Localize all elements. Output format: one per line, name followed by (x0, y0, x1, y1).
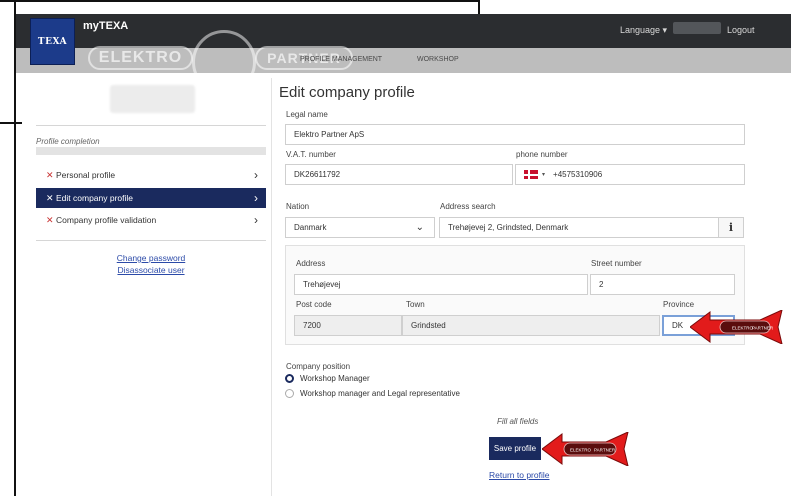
arrow-badge-left-text: ELEKTRO (570, 448, 592, 453)
frame-line-right-stub (478, 0, 480, 14)
chevron-down-icon: ⌄ (415, 222, 424, 233)
sidebar-divider (36, 125, 266, 126)
profile-completion-bar (36, 147, 266, 155)
sidebar-item-edit-company-profile[interactable]: ✕ Edit company profile › (36, 188, 266, 208)
watermark-emblem (192, 30, 256, 94)
content-divider (271, 78, 272, 496)
nation-label: Nation (286, 202, 310, 211)
sidebar-divider (36, 240, 266, 241)
vat-label: V.A.T. number (286, 150, 336, 159)
watermark-elektro: ELEKTRO (88, 46, 193, 70)
phone-label: phone number (516, 150, 568, 159)
post-code-label: Post code (296, 300, 332, 309)
save-profile-button[interactable]: Save profile (489, 437, 541, 460)
sidebar-item-personal-profile[interactable]: ✕ Personal profile › (36, 165, 266, 185)
chevron-right-icon: › (254, 168, 258, 182)
arrow-pointer-save: ELEKTRO PARTNER (542, 432, 629, 466)
street-number-field[interactable]: 2 (590, 274, 735, 295)
town-label: Town (406, 300, 425, 309)
language-menu[interactable]: Language ▾ (620, 25, 667, 36)
chevron-right-icon: › (254, 191, 258, 205)
town-field[interactable]: Grindsted (402, 315, 660, 336)
app-title[interactable]: myTEXA (83, 20, 128, 32)
street-number-label: Street number (591, 259, 642, 268)
legal-name-label: Legal name (286, 110, 328, 119)
page-title: Edit company profile (279, 84, 415, 101)
address-search-input[interactable]: Trehøjevej 2, Grindsted, Denmark (439, 217, 719, 238)
arrow-badge-right-text: PARTNER (752, 326, 774, 331)
sidebar-item-label: Personal profile (56, 170, 116, 180)
radio-selected-icon[interactable] (285, 374, 294, 383)
company-position-label: Company position (286, 362, 351, 371)
frame-line-vertical (14, 0, 16, 496)
arrow-pointer-province: ELEKTRO PARTNER (690, 310, 783, 344)
frame-line-left (0, 0, 480, 2)
change-password-link[interactable]: Change password (36, 253, 266, 263)
company-name-redacted (110, 85, 195, 113)
arrow-badge-left-text: ELEKTRO (732, 326, 754, 331)
error-x-icon: ✕ (46, 169, 54, 180)
arrow-badge-right-text: PARTNER (594, 448, 616, 453)
error-x-icon: ✕ (46, 192, 54, 203)
denmark-flag-icon[interactable] (524, 170, 538, 179)
legal-name-field[interactable]: Elektro Partner ApS (285, 124, 745, 145)
address-field[interactable]: Trehøjevej (294, 274, 588, 295)
disassociate-user-link[interactable]: Disassociate user (36, 265, 266, 275)
phone-field[interactable]: ▾ +4575310906 (515, 164, 745, 185)
radio-workshop-manager[interactable]: Workshop Manager (285, 374, 370, 383)
radio-workshop-manager-legal[interactable]: Workshop manager and Legal representativ… (285, 389, 460, 398)
sidebar-item-label: Company profile validation (56, 215, 157, 225)
error-x-icon: ✕ (46, 214, 54, 225)
sidebar-item-company-profile-validation[interactable]: ✕ Company profile validation › (36, 210, 266, 230)
sidebar-item-label: Edit company profile (56, 193, 134, 203)
logout-link[interactable]: Logout (727, 25, 755, 35)
address-search-label: Address search (440, 202, 496, 211)
subnav-profile-management[interactable]: PROFILE MANAGEMENT (300, 56, 382, 63)
texa-logo[interactable]: TEXA (30, 18, 75, 65)
address-label: Address (296, 259, 326, 268)
province-label: Province (663, 300, 695, 309)
return-to-profile-link[interactable]: Return to profile (489, 470, 549, 480)
nation-select[interactable]: Danmark ⌄ (285, 217, 435, 238)
radio-unselected-icon[interactable] (285, 389, 294, 398)
chevron-right-icon: › (254, 213, 258, 227)
vat-field[interactable]: DK26611792 (285, 164, 513, 185)
profile-completion-label: Profile completion (36, 137, 100, 146)
subnav-workshop[interactable]: WORKSHOP (417, 56, 459, 63)
frame-line-inner (0, 122, 22, 124)
caret-down-icon[interactable]: ▾ (542, 171, 545, 178)
post-code-field[interactable]: 7200 (294, 315, 402, 336)
info-button[interactable]: i (718, 217, 744, 238)
fill-all-fields-hint: Fill all fields (497, 417, 539, 426)
user-name-redacted (673, 22, 721, 34)
